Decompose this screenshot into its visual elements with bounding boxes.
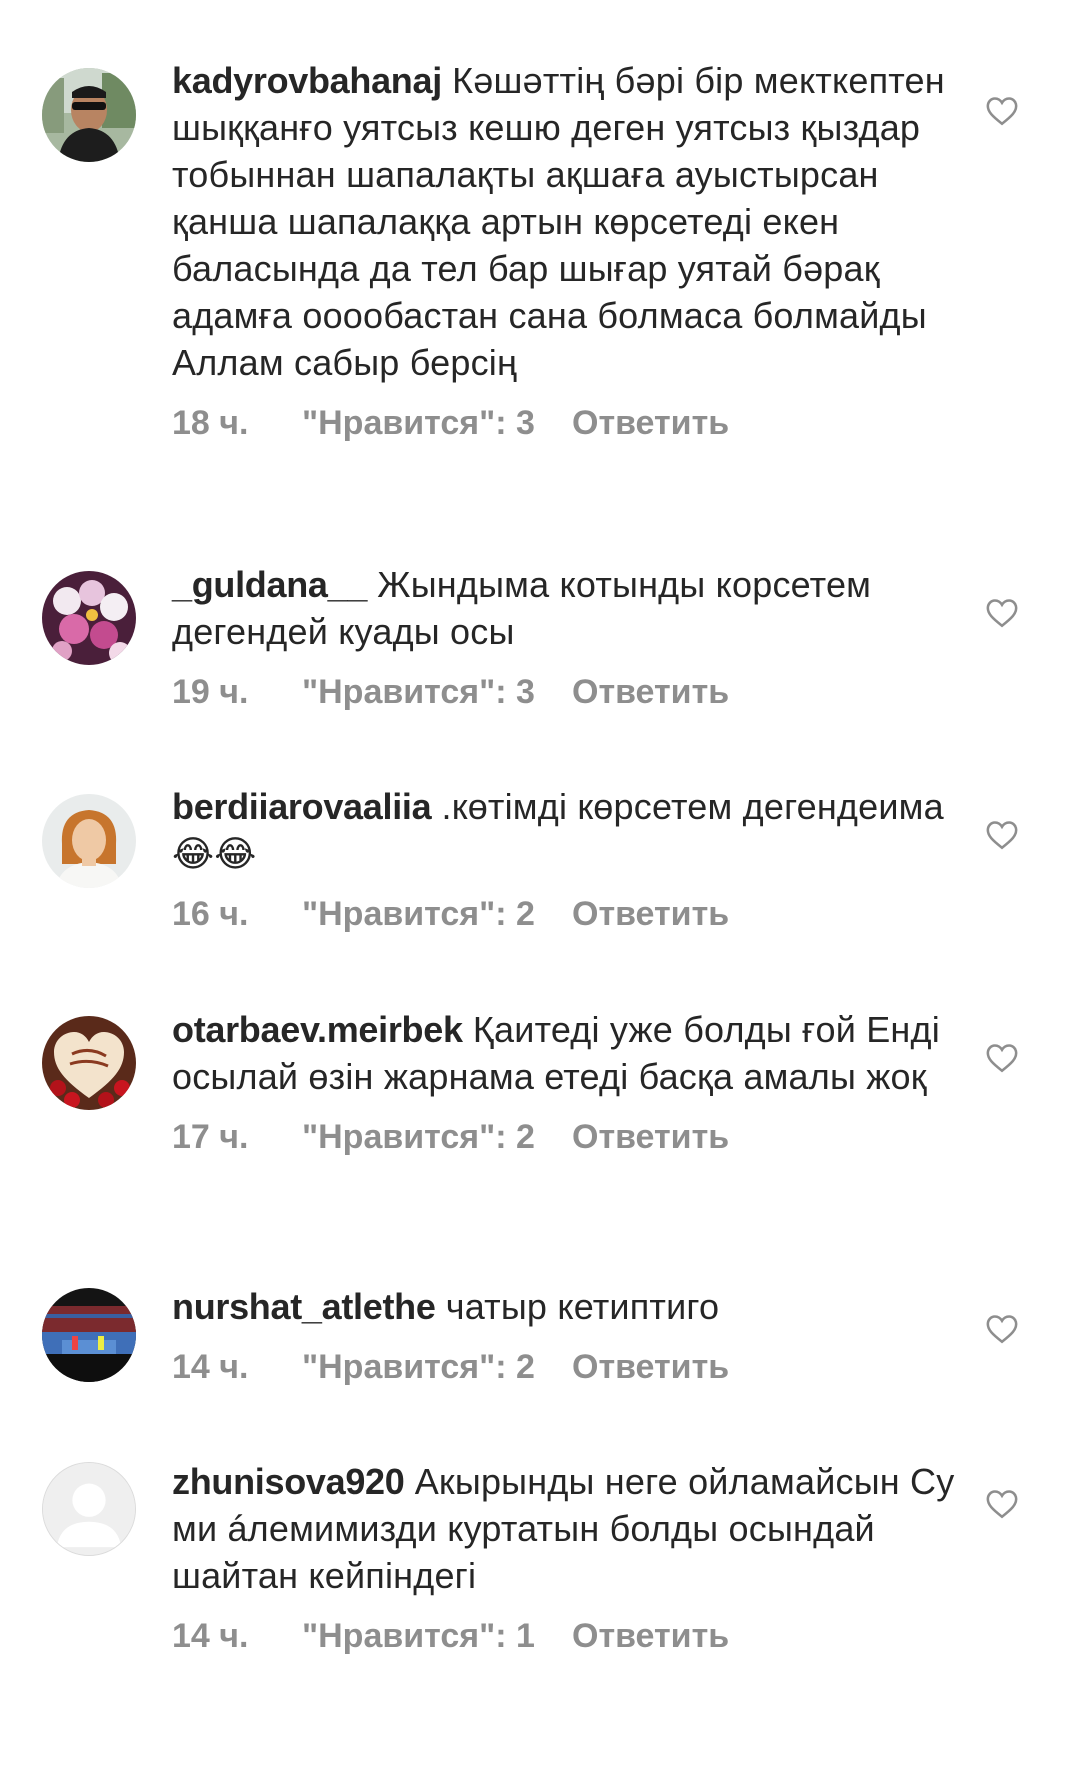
comment-time: 17 ч. bbox=[172, 1118, 249, 1156]
comment-meta: 18 ч. "Нравится": 3 Ответить bbox=[172, 403, 962, 443]
reply-button[interactable]: Ответить bbox=[572, 1117, 729, 1157]
reply-button[interactable]: Ответить bbox=[572, 1347, 729, 1387]
comment-username[interactable]: _guldana__ bbox=[172, 564, 367, 605]
user-photo-icon bbox=[42, 68, 136, 162]
comment-text: otarbaev.meirbek Қаитеді уже болды ғой Е… bbox=[172, 1006, 962, 1100]
comment-likes-count[interactable]: "Нравится": 2 bbox=[302, 1117, 535, 1157]
comment-username[interactable]: nurshat_atlethe bbox=[172, 1286, 436, 1327]
comment-username[interactable]: otarbaev.meirbek bbox=[172, 1009, 463, 1050]
comment-time: 18 ч. bbox=[172, 404, 249, 442]
avatar[interactable] bbox=[42, 1288, 136, 1382]
comment-likes-count[interactable]: "Нравится": 2 bbox=[302, 894, 535, 934]
comment-username[interactable]: zhunisova920 bbox=[172, 1461, 405, 1502]
avatar[interactable] bbox=[42, 1462, 136, 1556]
comment-time: 19 ч. bbox=[172, 673, 249, 711]
reply-button[interactable]: Ответить bbox=[572, 1616, 729, 1656]
user-photo-icon bbox=[42, 1288, 136, 1382]
comment-meta: 16 ч. "Нравится": 2 Ответить bbox=[172, 894, 962, 934]
reply-button[interactable]: Ответить bbox=[572, 672, 729, 712]
reply-button[interactable]: Ответить bbox=[572, 403, 729, 443]
comment-text: _guldana__ Жындыма котынды корсетем деге… bbox=[172, 561, 962, 655]
comment-meta: 14 ч. "Нравится": 2 Ответить bbox=[172, 1347, 962, 1387]
avatar[interactable] bbox=[42, 1016, 136, 1110]
heart-icon[interactable] bbox=[985, 1042, 1019, 1074]
reply-button[interactable]: Ответить bbox=[572, 894, 729, 934]
avatar[interactable] bbox=[42, 571, 136, 665]
comment-time: 16 ч. bbox=[172, 895, 249, 933]
comment-text: nurshat_atlethe чатыр кетиптиго bbox=[172, 1283, 962, 1330]
comment-likes-count[interactable]: "Нравится": 1 bbox=[302, 1616, 535, 1656]
comment-text: zhunisova920 Акырынды неге ойламайсын Су… bbox=[172, 1458, 962, 1599]
comment-likes-count[interactable]: "Нравится": 3 bbox=[302, 403, 535, 443]
comment-meta: 17 ч. "Нравится": 2 Ответить bbox=[172, 1117, 962, 1157]
comment-time: 14 ч. bbox=[172, 1348, 249, 1386]
user-photo-icon bbox=[42, 571, 136, 665]
user-photo-icon bbox=[42, 794, 136, 888]
comment-meta: 19 ч. "Нравится": 3 Ответить bbox=[172, 672, 962, 712]
comment-likes-count[interactable]: "Нравится": 2 bbox=[302, 1347, 535, 1387]
comment-likes-count[interactable]: "Нравится": 3 bbox=[302, 672, 535, 712]
avatar[interactable] bbox=[42, 68, 136, 162]
comment-username[interactable]: kadyrovbahanaj bbox=[172, 60, 442, 101]
heart-icon[interactable] bbox=[985, 597, 1019, 629]
user-photo-icon bbox=[42, 1016, 136, 1110]
avatar[interactable] bbox=[42, 794, 136, 888]
comment-text: kadyrovbahanaj Кәшәттің бәрі бір мекткеп… bbox=[172, 57, 962, 386]
default-avatar-icon bbox=[43, 1463, 135, 1555]
heart-icon[interactable] bbox=[985, 1488, 1019, 1520]
comment-time: 14 ч. bbox=[172, 1617, 249, 1655]
heart-icon[interactable] bbox=[985, 819, 1019, 851]
comment-meta: 14 ч. "Нравится": 1 Ответить bbox=[172, 1616, 962, 1656]
comment-text: berdiiarovaaliia .көтімді көрсетем деген… bbox=[172, 783, 962, 877]
comment-body: Кәшәттің бәрі бір мекткептен шыққанғо уя… bbox=[172, 60, 945, 383]
comment-username[interactable]: berdiiarovaaliia bbox=[172, 786, 432, 827]
comment-body: чатыр кетиптиго bbox=[445, 1286, 720, 1327]
heart-icon[interactable] bbox=[985, 1313, 1019, 1345]
heart-icon[interactable] bbox=[985, 95, 1019, 127]
